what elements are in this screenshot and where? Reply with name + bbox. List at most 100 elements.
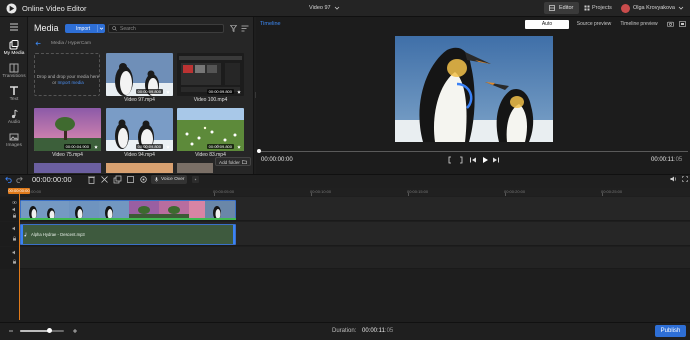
avatar[interactable] [621, 4, 630, 13]
preview-scrubber-track[interactable] [257, 151, 688, 152]
add-folder-button[interactable]: Add folder [215, 157, 251, 166]
duration-label: Duration: [332, 328, 357, 334]
media-title: Media [34, 23, 59, 33]
close-bracket-icon[interactable] [457, 156, 465, 164]
video-preview[interactable] [395, 36, 553, 142]
media-thumbnail[interactable] [106, 163, 173, 173]
copy-icon[interactable] [113, 175, 122, 184]
media-thumbnail[interactable] [177, 163, 213, 173]
fullscreen-icon[interactable] [679, 21, 686, 27]
nav-item-images[interactable]: Images [0, 129, 28, 153]
undo-icon[interactable] [5, 176, 13, 183]
breadcrumb[interactable]: Media / HyperCam [51, 41, 91, 46]
open-bracket-icon[interactable] [446, 156, 454, 164]
speaker-icon[interactable] [12, 207, 17, 212]
zoom-out-icon[interactable] [8, 328, 14, 334]
media-thumbnail[interactable]: 00:00:04.900 [34, 108, 101, 151]
editor-tab-label: Editor [559, 5, 574, 11]
sort-icon[interactable] [241, 25, 249, 32]
hamburger-menu-icon[interactable] [9, 23, 19, 31]
star-icon[interactable] [166, 145, 170, 149]
chevron-down-icon[interactable] [334, 5, 340, 11]
duration-badge: 00:00:09.800 [206, 144, 234, 149]
previous-frame-icon[interactable] [469, 156, 477, 164]
delete-icon[interactable] [87, 175, 96, 184]
preview-mode-auto[interactable]: Auto [525, 20, 569, 29]
editor-icon [549, 5, 555, 11]
lock-icon[interactable] [12, 213, 17, 218]
playhead-line[interactable] [19, 194, 20, 320]
filter-icon[interactable] [230, 25, 237, 32]
nav-item-audio[interactable]: Audio [0, 106, 28, 130]
chevron-down-icon[interactable] [99, 26, 104, 31]
nav-item-my-media[interactable]: My Media [0, 37, 28, 61]
preview-total-time-frames: :05 [673, 157, 683, 163]
ruler-tick [214, 193, 215, 196]
nav-item-text[interactable]: Text [0, 83, 28, 107]
import-button[interactable]: Import [65, 24, 105, 33]
preview-tab-timeline[interactable]: Timeline [260, 21, 281, 27]
star-icon[interactable] [94, 145, 98, 149]
media-thumbnail[interactable]: 00:00:09.800 [177, 108, 244, 151]
settings-icon[interactable] [139, 175, 148, 184]
preview-mode-source[interactable]: Source preview [572, 20, 616, 29]
preview-total-time: 00:00:11:05 [651, 157, 682, 163]
preview-scrubber-handle[interactable] [257, 149, 261, 153]
clip-trim-handle-right[interactable] [233, 225, 235, 244]
audio-clip-label: Alpha Hydrae - Descent.mp3 [31, 232, 85, 237]
media-thumbnail[interactable]: 00:00:09.800 [106, 108, 173, 151]
video-frame-image [395, 36, 553, 142]
import-label: Import [76, 25, 91, 32]
ruler-label: 00:00:05:00 [213, 189, 235, 194]
publish-button[interactable]: Publish [655, 325, 686, 337]
star-icon[interactable] [237, 145, 241, 149]
crop-icon[interactable] [126, 175, 135, 184]
more-options-icon[interactable] [191, 175, 200, 184]
zoom-in-icon[interactable] [72, 328, 78, 334]
media-thumbnail[interactable]: 00:00:09.800 [177, 53, 244, 96]
media-dropzone[interactable]: Drop and drop your media here or Import … [34, 53, 100, 96]
speaker-icon[interactable] [12, 226, 17, 231]
preview-mode-timeline[interactable]: Timeline preview [617, 20, 661, 29]
volume-icon[interactable] [670, 176, 677, 182]
lock-icon[interactable] [12, 236, 17, 241]
eye-icon[interactable] [12, 200, 17, 205]
star-icon[interactable] [166, 90, 170, 94]
microphone-icon [154, 177, 159, 182]
import-divider [97, 25, 98, 32]
search-icon [112, 26, 117, 31]
user-name[interactable]: Olga Krovyakova [633, 5, 675, 11]
editor-tab-button[interactable]: Editor [544, 2, 579, 14]
play-icon[interactable] [481, 156, 489, 164]
folder-icon [242, 160, 247, 164]
star-icon[interactable] [237, 90, 241, 94]
ruler-tick [602, 193, 603, 196]
dropzone-subtext: or Import media [35, 80, 101, 85]
chevron-down-icon[interactable] [678, 5, 684, 11]
audio-clip[interactable]: Alpha Hydrae - Descent.mp3 [20, 224, 236, 245]
projects-tab-button[interactable]: Projects [582, 2, 616, 14]
empty-track-controls [0, 247, 20, 269]
lock-icon[interactable] [12, 259, 17, 264]
import-media-link[interactable]: Import media [58, 80, 84, 85]
search-input[interactable] [120, 25, 220, 32]
empty-track[interactable] [20, 247, 690, 269]
voice-over-label: Voice Over [161, 177, 185, 182]
redo-icon[interactable] [15, 176, 23, 183]
timeline-ruler[interactable] [0, 188, 690, 196]
speaker-icon[interactable] [12, 250, 17, 255]
back-arrow-icon[interactable] [35, 41, 41, 46]
media-thumbnail[interactable]: 00:00:09.800 [106, 53, 173, 96]
video-clip[interactable] [20, 200, 236, 219]
media-thumbnail[interactable] [34, 163, 101, 173]
search-box [108, 24, 224, 33]
next-frame-icon[interactable] [492, 156, 500, 164]
text-icon [10, 86, 18, 95]
duration-badge: 00:00:09.800 [135, 144, 163, 149]
nav-item-transitions[interactable]: Transitions [0, 60, 28, 84]
project-name[interactable]: Video 97 [309, 5, 331, 11]
expand-icon[interactable] [682, 176, 688, 182]
voice-over-button[interactable]: Voice Over [151, 175, 187, 184]
split-icon[interactable] [100, 175, 109, 184]
snapshot-icon[interactable] [667, 21, 674, 27]
